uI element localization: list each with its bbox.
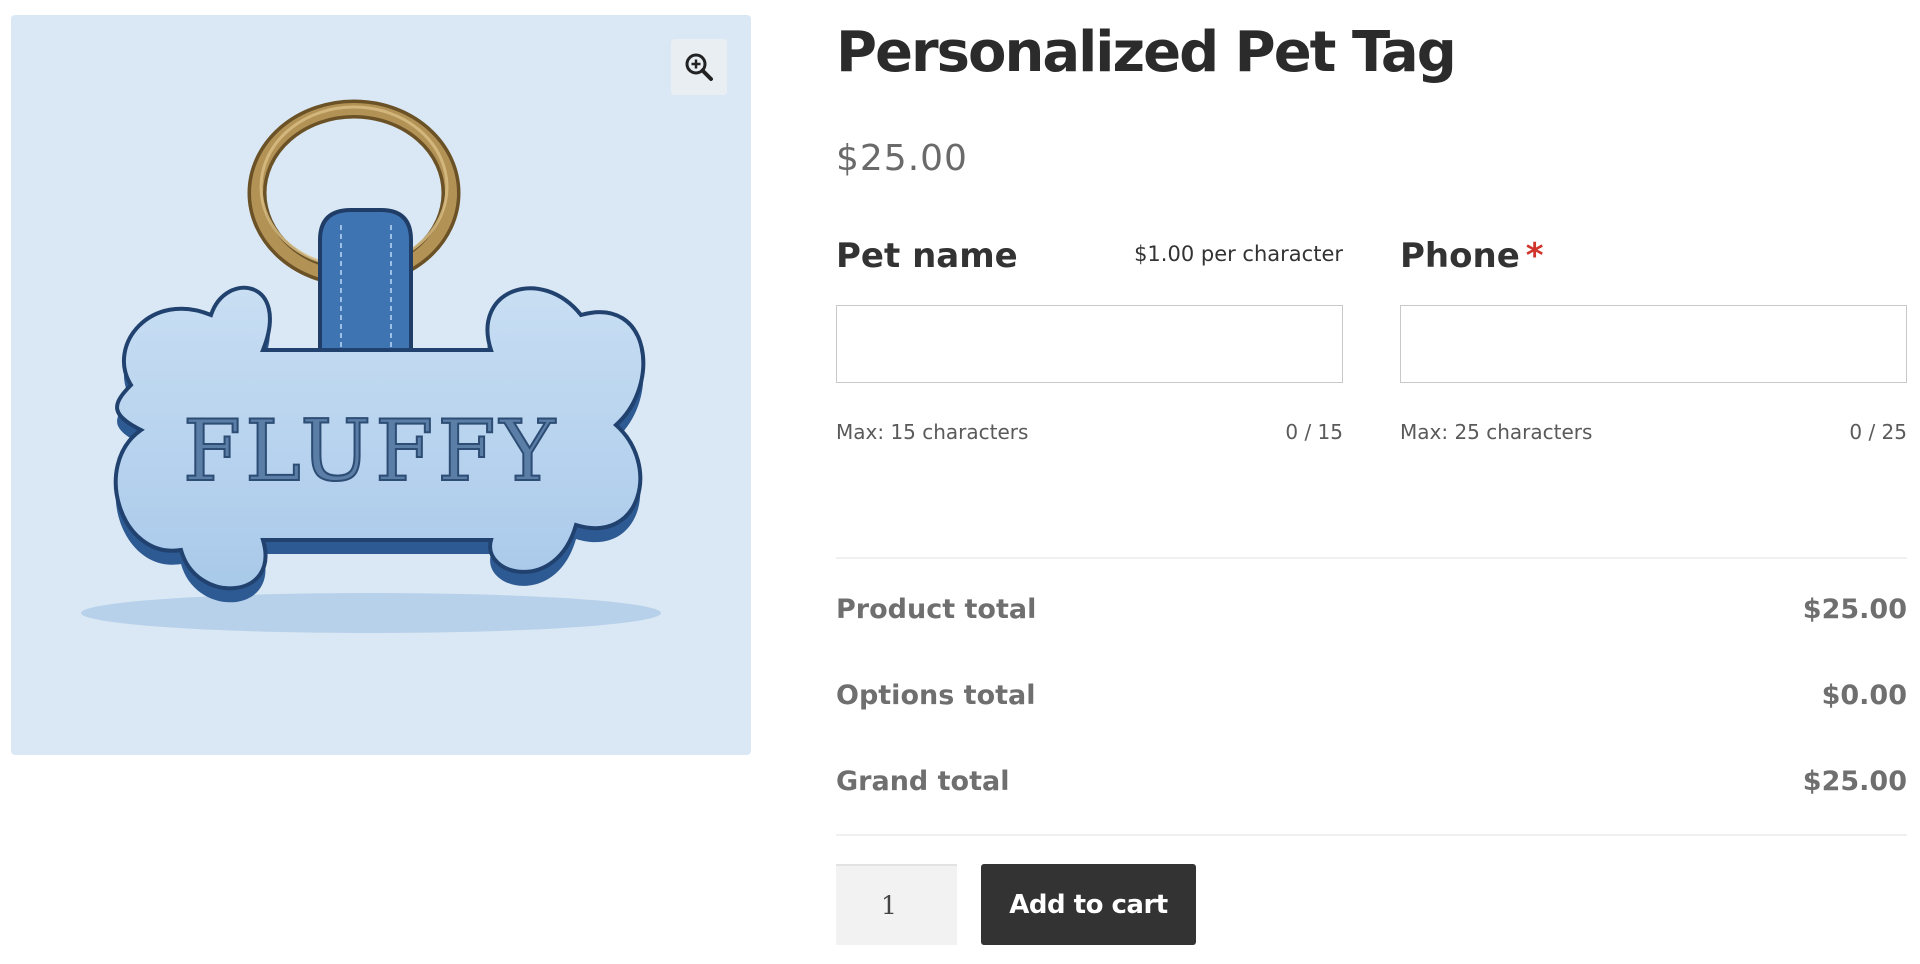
add-to-cart-button[interactable]: Add to cart: [981, 864, 1196, 945]
pet-name-char-counter: 0 / 15: [1285, 420, 1343, 444]
pet-name-label: Pet name: [836, 236, 1018, 276]
options-total-value: $0.00: [1821, 680, 1907, 711]
phone-char-counter: 0 / 25: [1849, 420, 1907, 444]
options-total-label: Options total: [836, 680, 1036, 711]
pet-name-input[interactable]: [836, 305, 1343, 383]
engraved-name: FLUFFY: [183, 402, 559, 500]
product-price: $25.00: [836, 138, 968, 179]
required-asterisk: *: [1525, 236, 1544, 276]
product-total-row: Product total $25.00: [836, 594, 1907, 625]
product-image-gallery[interactable]: FLUFFY: [11, 15, 751, 755]
grand-total-label: Grand total: [836, 766, 1010, 797]
phone-label: Phone *: [1400, 236, 1544, 276]
grand-total-value: $25.00: [1802, 766, 1907, 797]
totals-bottom-divider: [836, 834, 1907, 836]
grand-total-row: Grand total $25.00: [836, 766, 1907, 797]
pet-name-price: $1.00 per character: [1134, 242, 1343, 266]
product-title: Personalized Pet Tag: [836, 20, 1457, 85]
zoom-button[interactable]: [671, 39, 727, 95]
product-total-label: Product total: [836, 594, 1037, 625]
pet-tag-image: FLUFFY: [81, 99, 661, 633]
phone-input[interactable]: [1400, 305, 1907, 383]
pet-name-max-hint: Max: 15 characters: [836, 420, 1029, 444]
pet-name-price-unit: per character: [1200, 242, 1343, 266]
product-total-value: $25.00: [1802, 594, 1907, 625]
options-total-row: Options total $0.00: [836, 680, 1907, 711]
zoom-in-icon: [685, 53, 713, 81]
totals-top-divider: [836, 557, 1907, 559]
pet-name-price-amount: $1.00: [1134, 242, 1195, 266]
phone-max-hint: Max: 25 characters: [1400, 420, 1593, 444]
phone-label-text: Phone: [1400, 236, 1520, 276]
quantity-input[interactable]: [836, 864, 957, 945]
